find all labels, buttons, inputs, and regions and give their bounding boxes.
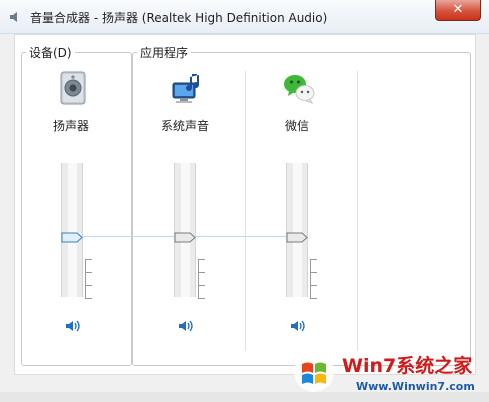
wechat-icon[interactable] [282,71,316,105]
channel-wechat: 微信 [247,71,347,341]
windows-logo-icon [294,352,334,392]
watermark-url: Www.Winwin7.com [356,380,475,393]
watermark-brand: Win7系统之家 [342,355,473,377]
volume-slider-track[interactable] [286,163,308,297]
volume-slider-track[interactable] [174,163,196,297]
channel-system-sounds: 系统声音 [135,71,235,341]
volume-slider-thumb[interactable] [174,232,196,243]
volume-slider-track[interactable] [61,163,83,297]
channel-label: 系统声音 [160,119,209,133]
slider-ticks [198,259,206,299]
speaker-device-icon[interactable] [56,71,90,105]
apps-group-label: 应用程序 [137,44,192,61]
channel-divider [245,71,246,351]
mute-speaker-icon[interactable] [178,319,194,333]
watermark: Win7系统之家 Www.Winwin7.com [292,350,488,400]
channel-divider [357,71,358,351]
mute-speaker-icon[interactable] [290,319,306,333]
volume-icon [10,12,17,22]
channel-label: 扬声器 [52,119,89,133]
mute-speaker-icon[interactable] [65,319,81,333]
slider-ticks [310,259,318,299]
volume-slider-thumb[interactable] [286,232,308,243]
close-button[interactable]: ✕ [435,0,481,21]
system-sounds-icon[interactable] [170,71,204,105]
volume-slider-thumb[interactable] [61,232,83,243]
channel-speaker: 扬声器 [21,71,121,341]
device-group-label: 设备(D) [26,44,75,61]
channel-label: 微信 [284,119,309,133]
slider-ticks [85,259,93,299]
volume-mixer-window: 音量合成器 - 扬声器 (Realtek High Definition Aud… [0,0,489,402]
mixer-panel: 设备(D) 应用程序 扬声器 系统声音 微信 [14,34,476,375]
title-bar[interactable]: 音量合成器 - 扬声器 (Realtek High Definition Aud… [0,0,489,34]
window-title: 音量合成器 - 扬声器 (Realtek High Definition Aud… [30,11,328,25]
